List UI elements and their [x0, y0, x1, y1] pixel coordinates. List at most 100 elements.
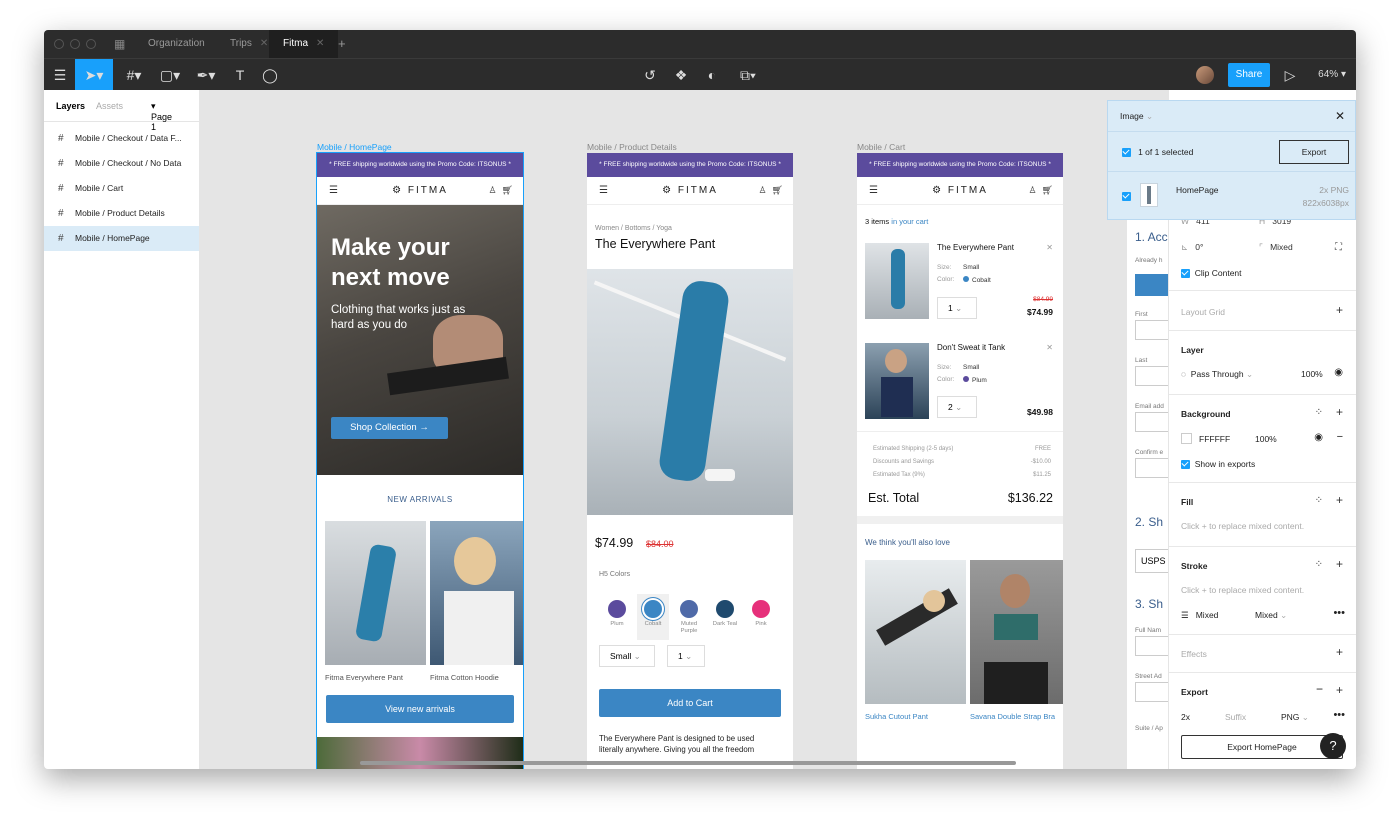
frame-tool-icon[interactable]: #▾: [118, 59, 150, 91]
product-image[interactable]: [430, 521, 523, 665]
clip-content-toggle[interactable]: Clip Content: [1181, 268, 1242, 279]
cart-icon[interactable]: 🛒︎: [502, 185, 513, 195]
color-swatch[interactable]: Pink: [745, 594, 777, 628]
frame-label-product[interactable]: Mobile / Product Details: [587, 142, 677, 152]
mask-icon[interactable]: ◐: [696, 59, 728, 91]
hamburger-icon[interactable]: ☰: [869, 185, 878, 196]
boolean-icon[interactable]: ⧉▾: [732, 59, 764, 91]
shape-tool-icon[interactable]: ▢▾: [154, 59, 186, 91]
shop-collection-button[interactable]: Shop Collection →: [331, 417, 448, 439]
recommendation-image[interactable]: [865, 560, 966, 704]
present-icon[interactable]: ▷: [1274, 59, 1306, 91]
remove-icon[interactable]: −: [1337, 431, 1343, 443]
text-tool-icon[interactable]: T: [224, 59, 256, 91]
style-icon[interactable]: ⁘: [1315, 407, 1323, 418]
blend-mode-select[interactable]: ◌ Pass Through ⌄: [1181, 369, 1253, 380]
color-swatch[interactable]: Dark Teal: [709, 594, 741, 628]
cart-frame[interactable]: * FREE shipping worldwide using the Prom…: [857, 153, 1063, 769]
layer-item[interactable]: # Mobile / Cart: [44, 176, 199, 201]
minimize-window-icon[interactable]: [70, 39, 80, 49]
eye-icon[interactable]: ◉: [1314, 432, 1323, 443]
horizontal-scrollbar[interactable]: [360, 761, 1016, 765]
component-back-icon[interactable]: ↺: [634, 59, 666, 91]
cart-item-image[interactable]: [865, 243, 929, 319]
quantity-select[interactable]: 1 ⌄: [667, 645, 705, 667]
view-new-arrivals-button[interactable]: View new arrivals: [326, 695, 514, 723]
close-icon[interactable]: ✕: [1335, 109, 1345, 123]
user-icon[interactable]: ♙: [488, 185, 496, 195]
checkbox-checked-icon[interactable]: [1181, 269, 1190, 279]
layer-item-selected[interactable]: # Mobile / HomePage: [44, 226, 199, 251]
popup-title[interactable]: Image ⌄: [1120, 111, 1153, 122]
frame-label-cart[interactable]: Mobile / Cart: [857, 142, 905, 152]
frame-label-home[interactable]: Mobile / HomePage: [317, 142, 392, 152]
add-icon[interactable]: +: [1336, 683, 1343, 697]
export-format-select[interactable]: PNG ⌄: [1281, 712, 1309, 723]
product-frame[interactable]: * FREE shipping worldwide using the Prom…: [587, 153, 793, 769]
remove-item-icon[interactable]: ✕: [1046, 243, 1053, 252]
remove-item-icon[interactable]: ✕: [1046, 343, 1053, 352]
more-icon[interactable]: •••: [1333, 607, 1345, 619]
cart-item-image[interactable]: [865, 343, 929, 419]
zoom-window-icon[interactable]: [86, 39, 96, 49]
pen-tool-icon[interactable]: ✒▾: [190, 59, 222, 91]
stroke-weight[interactable]: ☰ Mixed: [1181, 610, 1218, 621]
product-name[interactable]: Fitma Everywhere Pant: [325, 673, 403, 682]
color-swatch[interactable]: Muted Purple: [673, 594, 705, 635]
color-swatch[interactable]: Plum: [601, 594, 633, 628]
close-window-icon[interactable]: [54, 39, 64, 49]
cart-icon[interactable]: 🛒︎: [1042, 185, 1053, 195]
radius-field[interactable]: ⌜ Mixed: [1259, 242, 1293, 253]
component-icon[interactable]: ❖: [665, 59, 697, 91]
page-selector[interactable]: Page 1 ▾: [151, 101, 172, 132]
cart-icon[interactable]: 🛒︎: [772, 185, 783, 195]
product-image[interactable]: [325, 521, 426, 665]
bg-hex[interactable]: FFFFFF: [1199, 434, 1230, 444]
size-select[interactable]: Small ⌄: [599, 645, 655, 667]
popup-export-button[interactable]: Export: [1279, 140, 1349, 164]
share-button[interactable]: Share: [1228, 63, 1270, 87]
recommendation-name[interactable]: Savana Double Strap Bra: [970, 712, 1055, 721]
user-icon[interactable]: ♙: [1028, 185, 1036, 195]
product-name[interactable]: Fitma Cotton Hoodie: [430, 673, 499, 682]
quantity-select[interactable]: 1 ⌄: [937, 297, 977, 319]
independent-corners-icon[interactable]: ⛶: [1335, 242, 1342, 253]
close-tab-icon[interactable]: ✕: [260, 38, 268, 49]
layer-opacity[interactable]: 100%: [1301, 369, 1323, 379]
style-icon[interactable]: ⁘: [1315, 495, 1323, 506]
select-all-toggle[interactable]: 1 of 1 selected: [1122, 147, 1193, 158]
export-scale[interactable]: 2x: [1181, 712, 1190, 722]
tab-organization[interactable]: Organization: [134, 30, 219, 58]
style-icon[interactable]: ⁘: [1315, 559, 1323, 570]
remove-icon[interactable]: −: [1316, 682, 1323, 696]
cart-item-name[interactable]: The Everywhere Pant: [937, 243, 1014, 252]
zoom-level[interactable]: 64% ▾: [1318, 59, 1346, 91]
tab-assets[interactable]: Assets: [96, 101, 123, 111]
stroke-align-select[interactable]: Mixed ⌄: [1255, 610, 1287, 621]
avatar[interactable]: [1196, 66, 1214, 84]
move-tool-icon[interactable]: ➤▾: [75, 59, 113, 91]
home-frame[interactable]: * FREE shipping worldwide using the Prom…: [316, 152, 524, 769]
layer-item[interactable]: # Mobile / Checkout / Data F...: [44, 126, 199, 151]
rotation-field[interactable]: ⊾ 0°: [1181, 242, 1203, 253]
color-swatch[interactable]: Cobalt: [637, 594, 669, 640]
add-icon[interactable]: +: [1336, 557, 1343, 571]
help-icon[interactable]: ?: [1320, 733, 1346, 759]
hamburger-icon[interactable]: ☰: [329, 185, 338, 196]
comment-tool-icon[interactable]: ◯: [254, 59, 286, 91]
checkbox-checked-icon[interactable]: [1122, 192, 1131, 202]
new-tab-icon[interactable]: +: [324, 30, 360, 58]
grid-icon[interactable]: ▦: [114, 37, 125, 51]
bg-opacity[interactable]: 100%: [1255, 434, 1277, 444]
quantity-select[interactable]: 2 ⌄: [937, 396, 977, 418]
recommendation-name[interactable]: Sukha Cutout Pant: [865, 712, 928, 721]
user-icon[interactable]: ♙: [758, 185, 766, 195]
export-homepage-button[interactable]: Export HomePage: [1181, 735, 1343, 759]
recommendation-image[interactable]: [970, 560, 1063, 704]
export-suffix-input[interactable]: Suffix: [1225, 712, 1246, 722]
add-icon[interactable]: +: [1336, 303, 1343, 317]
more-icon[interactable]: •••: [1333, 709, 1345, 721]
breadcrumb[interactable]: Women / Bottoms / Yoga: [595, 225, 672, 232]
cart-item-name[interactable]: Don't Sweat it Tank: [937, 343, 1005, 352]
tab-layers[interactable]: Layers: [56, 101, 85, 111]
